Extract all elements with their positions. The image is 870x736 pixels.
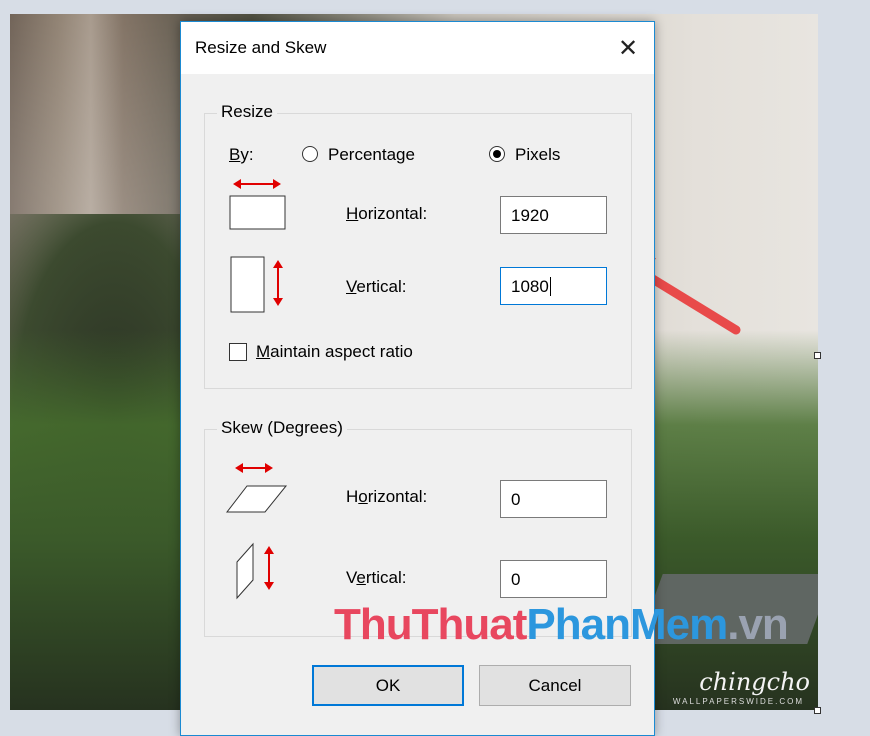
vertical-resize-icon <box>230 256 283 313</box>
resize-horizontal-label: Horizontal: <box>346 204 428 223</box>
resize-handle-right[interactable] <box>814 352 821 359</box>
percentage-radio[interactable] <box>302 146 318 162</box>
photo-signature-source: WALLPAPERSWIDE.COM <box>672 697 804 706</box>
horizontal-resize-icon <box>229 179 286 230</box>
skew-vertical-label: Vertical: <box>346 568 407 587</box>
skew-horizontal-input[interactable]: 0 <box>500 480 607 518</box>
skew-horizontal-label: Horizontal: <box>346 487 428 506</box>
resize-vertical-label: Vertical: <box>346 277 407 296</box>
ok-button[interactable]: OK <box>312 665 464 706</box>
watermark: ThuThuatPhanMem.vn <box>334 600 789 650</box>
close-icon[interactable]: ✕ <box>602 22 654 74</box>
pixels-label[interactable]: Pixels <box>515 145 560 165</box>
resize-vertical-input[interactable]: 1080 <box>500 267 607 305</box>
watermark-part-3: .vn <box>727 600 789 649</box>
maintain-aspect-ratio-label[interactable]: Maintain aspect ratio <box>256 342 413 362</box>
horizontal-skew-icon <box>225 463 288 513</box>
resize-legend: Resize <box>217 102 277 122</box>
vertical-skew-icon <box>236 542 274 600</box>
skew-legend: Skew (Degrees) <box>217 418 347 438</box>
percentage-label[interactable]: Percentage <box>328 145 415 165</box>
resize-handle-bottom-right[interactable] <box>814 707 821 714</box>
skew-vertical-input[interactable]: 0 <box>500 560 607 598</box>
cancel-button[interactable]: Cancel <box>479 665 631 706</box>
resize-horizontal-input[interactable]: 1920 <box>500 196 607 234</box>
maintain-aspect-ratio-checkbox[interactable] <box>229 343 247 361</box>
watermark-part-1: ThuThuat <box>334 600 527 649</box>
pixels-radio[interactable] <box>489 146 505 162</box>
by-label: By: <box>229 145 254 164</box>
dialog-title: Resize and Skew <box>195 38 327 57</box>
dialog-titlebar[interactable]: Resize and Skew ✕ <box>181 22 654 74</box>
watermark-part-2: PhanMem <box>526 600 728 649</box>
photo-signature: chingcho <box>699 668 810 696</box>
